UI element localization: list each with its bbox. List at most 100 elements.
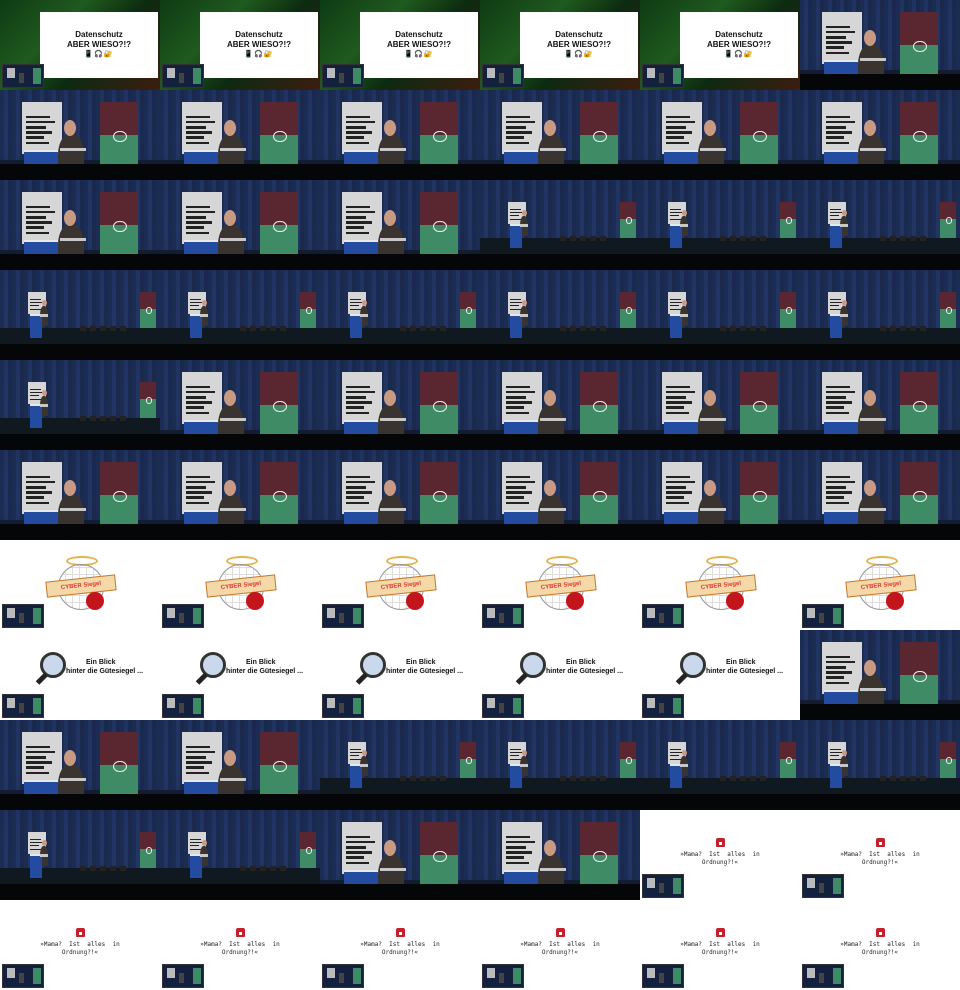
redacted-line: [186, 221, 212, 224]
stage-curtain: [640, 720, 800, 780]
speaker-head: [704, 120, 716, 136]
speaker-head: [202, 840, 207, 846]
redacted-line: [26, 485, 46, 489]
conference-banner: [620, 742, 636, 778]
laptop: [220, 238, 246, 241]
redacted-line: [509, 305, 519, 307]
redacted-line: [826, 35, 846, 39]
redacted-line: [666, 115, 690, 119]
pip-speaker: [659, 883, 664, 893]
seal-ribbon-text: CYBER Siegel: [60, 580, 102, 592]
video-frame: [160, 810, 320, 900]
redacted-line: [346, 491, 372, 494]
house-icon: [555, 928, 565, 937]
redacted-line: [506, 475, 530, 479]
magnifier-caption: Ein Blick hinter die Gütesiegel ...: [546, 658, 623, 676]
video-frame: [320, 90, 480, 180]
audience-foreground: [800, 344, 960, 360]
redacted-line: [506, 141, 530, 145]
video-frame: [320, 270, 480, 360]
video-frame: [640, 90, 800, 180]
projection-screen: [822, 462, 862, 514]
redacted-line: [669, 208, 681, 210]
redacted-line: [26, 221, 52, 224]
speaker-head: [704, 480, 716, 496]
projection-screen: [342, 372, 382, 424]
redacted-line: [189, 848, 201, 850]
caption-line2: hinter die Gütesiegel ...: [66, 668, 144, 675]
redacted-line: [346, 861, 370, 865]
caption-line2: hinter die Gütesiegel ...: [706, 668, 784, 675]
lectern: [670, 764, 682, 788]
stage-chairs: [720, 326, 770, 331]
redacted-line: [826, 46, 844, 49]
redacted-line: [186, 215, 206, 219]
slide-title-line1: Datenschutz: [235, 30, 283, 39]
conference-banner: [740, 462, 778, 530]
redacted-line: [186, 771, 210, 775]
audience-foreground: [320, 254, 480, 270]
pip-thumbnail: [162, 604, 204, 628]
redacted-line: [349, 308, 361, 310]
redacted-line: [26, 475, 50, 479]
pip-speaker: [179, 703, 184, 713]
stage-curtain: [800, 270, 960, 330]
redacted-line: [186, 136, 204, 139]
seal-ribbon-text: CYBER Siegel: [860, 580, 902, 592]
speaker-head: [224, 390, 236, 406]
redacted-line: [826, 496, 844, 499]
redacted-line: [186, 395, 206, 399]
speaker-head: [362, 300, 367, 306]
laptop: [360, 764, 368, 767]
speaker-head: [384, 120, 396, 136]
redacted-line: [186, 120, 215, 124]
stage-chairs: [240, 866, 290, 871]
redacted-line: [826, 475, 850, 479]
audience-foreground: [480, 254, 640, 270]
redacted-line: [186, 131, 212, 134]
video-frame: [160, 180, 320, 270]
conference-banner: [580, 462, 618, 530]
audience-foreground: [640, 524, 800, 540]
magnifier-caption: Ein Blick hinter die Gütesiegel ...: [706, 658, 783, 676]
redacted-line: [826, 406, 844, 409]
redacted-line: [346, 485, 366, 489]
redacted-line: [826, 120, 855, 124]
emoji-icons: 📱🎧🔐: [724, 51, 754, 58]
pip-speaker: [339, 703, 344, 713]
projection-screen: [342, 462, 382, 514]
audience-foreground: [160, 434, 320, 450]
quote-text: »Mama? Ist alles in Ordnung?!«: [40, 941, 120, 956]
redacted-line: [26, 215, 46, 219]
handle: [355, 672, 368, 685]
pip-speaker: [339, 613, 344, 623]
video-frame: [640, 270, 800, 360]
laptop: [700, 508, 726, 511]
pip-speaker: [819, 883, 824, 893]
video-frame: [800, 630, 960, 720]
stage-curtain: [0, 360, 160, 420]
slide-title-line2: ABER WIESO?!?: [227, 40, 291, 49]
cyber-seal-illustration: CYBER Siegel: [365, 556, 437, 614]
wax-seal-icon: [406, 592, 424, 610]
projection-screen: [662, 372, 702, 424]
pip-thumbnail: [162, 64, 204, 88]
cyber-seal-illustration: CYBER Siegel: [525, 556, 597, 614]
lectern: [830, 224, 842, 248]
house-icon: [875, 838, 885, 847]
redacted-line: [826, 141, 850, 145]
redacted-line: [666, 411, 690, 415]
redacted-line: [29, 848, 41, 850]
redacted-line: [826, 131, 852, 134]
redacted-line: [509, 301, 523, 303]
audience-foreground: [800, 74, 960, 90]
redacted-line: [666, 125, 686, 129]
projection-screen: [22, 192, 62, 244]
laptop: [220, 508, 246, 511]
magnifier-slide: Ein Blick hinter die Gütesiegel ...: [34, 652, 144, 685]
laptop: [540, 418, 566, 421]
caption-line1: Ein Blick: [86, 659, 116, 666]
redacted-line: [349, 755, 359, 757]
laptop: [60, 238, 86, 241]
audience-foreground: [640, 254, 800, 270]
